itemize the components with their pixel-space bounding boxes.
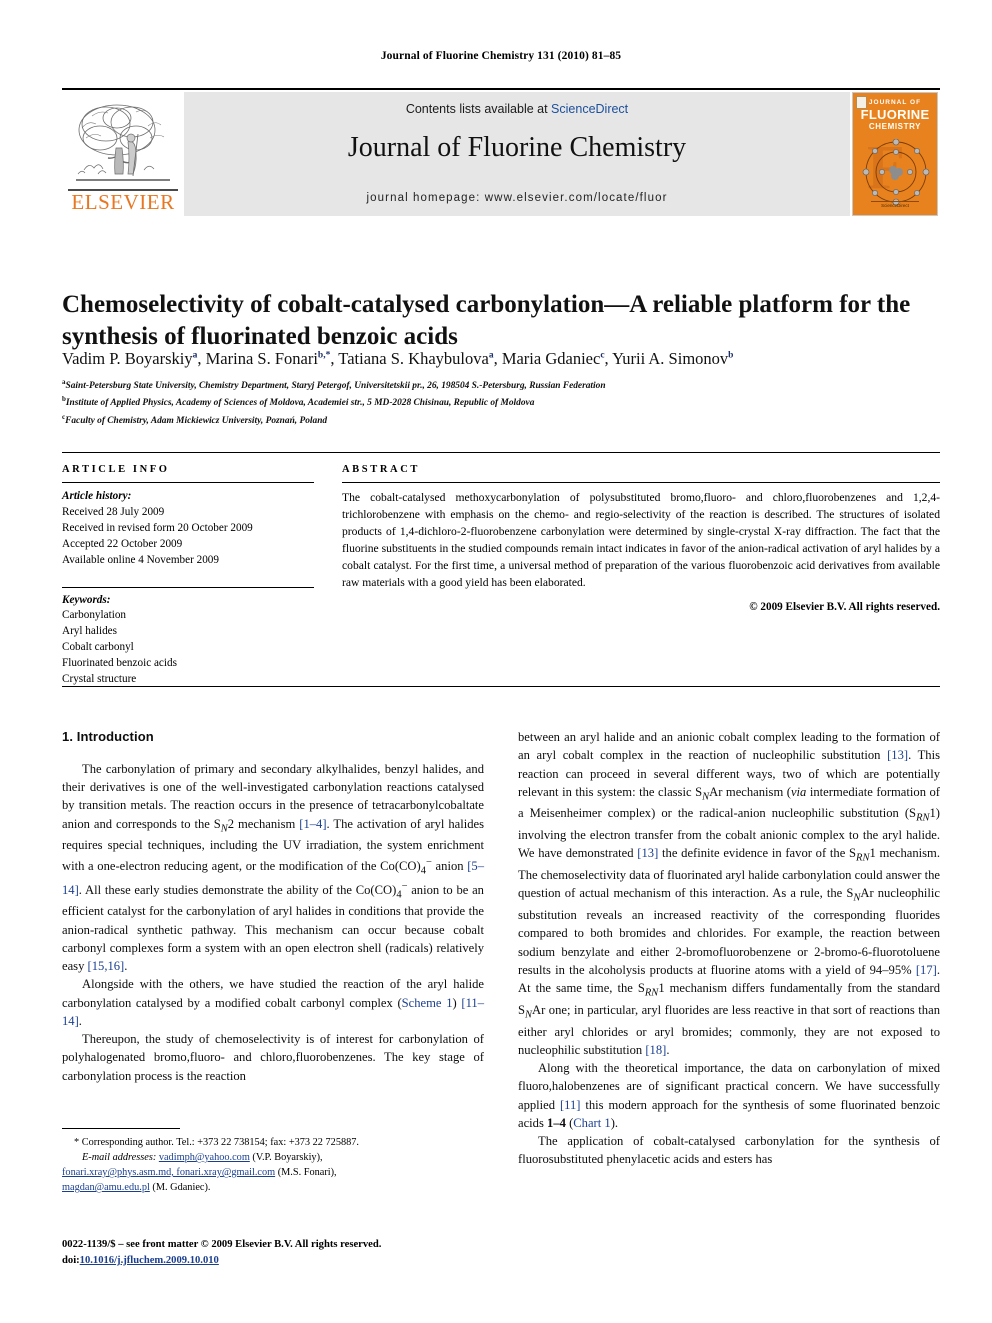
author-name: Tatiana S. Khaybulovaa <box>338 349 494 368</box>
author-affil-mark: a <box>488 350 494 361</box>
abstract-heading: ABSTRACT <box>342 464 420 475</box>
abstract-column: ABSTRACT The cobalt-catalysed methoxycar… <box>342 453 940 613</box>
paragraph: The application of cobalt-catalysed carb… <box>518 1134 940 1167</box>
copyright-line: © 2009 Elsevier B.V. All rights reserved… <box>749 600 940 613</box>
doi-link[interactable]: 10.1016/j.jfluchem.2009.10.010 <box>80 1255 219 1266</box>
cover-line-2: FLUORINE <box>860 107 930 122</box>
journal-title: Journal of Fluorine Chemistry <box>347 132 687 163</box>
issn-front-matter: 0022-1139/$ – see front matter © 2009 El… <box>62 1239 382 1250</box>
keyword-item: Fluorinated benzoic acids <box>62 657 177 670</box>
paragraph: Along with the theoretical importance, t… <box>518 1061 940 1130</box>
keywords-rule <box>62 586 314 588</box>
affiliation-item: cFaculty of Chemistry, Adam Mickiewicz U… <box>62 412 940 429</box>
affiliation-item: bInstitute of Applied Physics, Academy o… <box>62 394 940 411</box>
section-heading-introduction: 1. Introduction <box>62 729 154 744</box>
body-column-right: between an aryl halide and an anionic co… <box>518 728 940 1169</box>
keyword-item: Crystal structure <box>62 673 137 686</box>
author-list: Vadim P. Boyarskiya, Marina S. Fonarib,*… <box>62 349 734 368</box>
keywords-block: Keywords: Carbonylation Aryl halides Cob… <box>62 569 314 688</box>
article-info-heading: ARTICLE INFO <box>62 464 170 475</box>
journal-masthead: ELSEVIER Contents lists available at Sci… <box>62 88 940 216</box>
author-name: Vadim P. Boyarskiya <box>62 349 198 368</box>
running-head: Journal of Fluorine Chemistry 131 (2010)… <box>380 50 622 62</box>
journal-band: Contents lists available at ScienceDirec… <box>184 92 850 216</box>
doi-line: doi:10.1016/j.jfluchem.2009.10.010 <box>62 1253 532 1269</box>
email-line: magdan@amu.edu.pl (M. Gdaniec). <box>62 1180 484 1195</box>
elsevier-tree-icon <box>70 98 176 188</box>
email-link[interactable]: fonari.xray@phys.asm.md, fonari.xray@gma… <box>62 1167 275 1178</box>
keyword-item: Carbonylation <box>62 609 127 622</box>
history-item: Received in revised form 20 October 2009 <box>62 521 253 534</box>
journal-homepage: journal homepage: www.elsevier.com/locat… <box>366 192 668 204</box>
email-link[interactable]: magdan@amu.edu.pl <box>62 1182 150 1193</box>
cover-line-3: CHEMISTRY <box>868 122 922 131</box>
email-addresses-label: E-mail addresses: <box>82 1152 157 1164</box>
email-line: fonari.xray@phys.asm.md, fonari.xray@gma… <box>62 1165 484 1180</box>
journal-cover: JOURNAL OF FLUORINE CHEMISTRY F ScienceD… <box>850 92 940 216</box>
history-item: Available online 4 November 2009 <box>62 553 219 566</box>
email-link[interactable]: vadimph@yahoo.com <box>159 1152 250 1163</box>
keyword-item: Cobalt carbonyl <box>62 641 134 654</box>
history-item: Received 28 July 2009 <box>62 505 165 518</box>
cover-line-1: JOURNAL OF <box>868 99 922 106</box>
body-column-left: 1. Introduction The carbonylation of pri… <box>62 728 484 1085</box>
paragraph: Thereupon, the study of chemoselectivity… <box>62 1032 484 1083</box>
article-history: Article history: Received 28 July 2009 R… <box>62 483 314 569</box>
journal-cover-image: JOURNAL OF FLUORINE CHEMISTRY F ScienceD… <box>852 92 938 216</box>
affiliation-item: aSaint-Petersburg State University, Chem… <box>62 377 940 394</box>
footnote-block: * Corresponding author. Tel.: +373 22 73… <box>62 1128 484 1195</box>
atom-diagram-icon <box>862 139 930 205</box>
author-name: Maria Gdaniecc <box>501 349 605 368</box>
corresponding-author-note: * Corresponding author. Tel.: +373 22 73… <box>62 1135 484 1150</box>
page-title: Chemoselectivity of cobalt-catalysed car… <box>62 290 911 350</box>
email-line: E-mail addresses: vadimph@yahoo.com (V.P… <box>62 1150 484 1165</box>
contents-lists-line: Contents lists available at ScienceDirec… <box>184 102 850 116</box>
email-owner: (M.S. Fonari), <box>277 1167 337 1179</box>
article-history-label: Article history: <box>62 490 132 502</box>
corresponding-author-text: Corresponding author. Tel.: +373 22 7381… <box>81 1137 359 1148</box>
affiliation-text: Saint-Petersburg State University, Chemi… <box>65 381 606 392</box>
paragraph: Alongside with the others, we have studi… <box>62 977 485 1028</box>
abstract-text: The cobalt-catalysed methoxycarbonylatio… <box>342 491 940 589</box>
doi-label: doi: <box>62 1254 80 1266</box>
author-affil-mark: c <box>600 350 605 361</box>
paragraph: between an aryl halide and an anionic co… <box>518 730 940 1057</box>
cover-footer-text: ScienceDirect <box>871 201 919 208</box>
document-page: Journal of Fluorine Chemistry 131 (2010)… <box>0 0 992 1323</box>
author-affil-mark: a <box>192 350 198 361</box>
paragraph: The carbonylation of primary and seconda… <box>62 761 485 974</box>
author-name: Yurii A. Simonovb <box>612 349 734 368</box>
author-affil-mark: b,* <box>317 350 331 361</box>
colophon-block: 0022-1139/$ – see front matter © 2009 El… <box>62 1237 532 1269</box>
contents-prefix: Contents lists available at <box>405 102 552 116</box>
keywords-label: Keywords: <box>62 593 111 606</box>
history-item: Accepted 22 October 2009 <box>62 537 183 550</box>
affiliation-text: Institute of Applied Physics, Academy of… <box>65 398 535 409</box>
elsevier-logo: ELSEVIER <box>62 92 184 216</box>
footnote-rule <box>62 1128 180 1129</box>
email-owner: (V.P. Boyarskiy), <box>252 1152 323 1164</box>
author-name: Marina S. Fonarib,* <box>205 349 331 368</box>
email-owner: (M. Gdaniec). <box>152 1182 211 1194</box>
sciencedirect-link[interactable]: ScienceDirect <box>551 102 628 116</box>
author-affil-mark: b <box>728 350 734 361</box>
affiliation-text: Faculty of Chemistry, Adam Mickiewicz Un… <box>65 415 328 426</box>
keyword-item: Aryl halides <box>62 625 117 638</box>
article-info-column: ARTICLE INFO Article history: Received 2… <box>62 453 314 688</box>
footnote-star: * <box>74 1137 80 1148</box>
elsevier-wordmark: ELSEVIER <box>71 190 175 214</box>
affiliation-list: aSaint-Petersburg State University, Chem… <box>62 377 940 429</box>
info-abstract-block: ARTICLE INFO Article history: Received 2… <box>62 452 940 687</box>
